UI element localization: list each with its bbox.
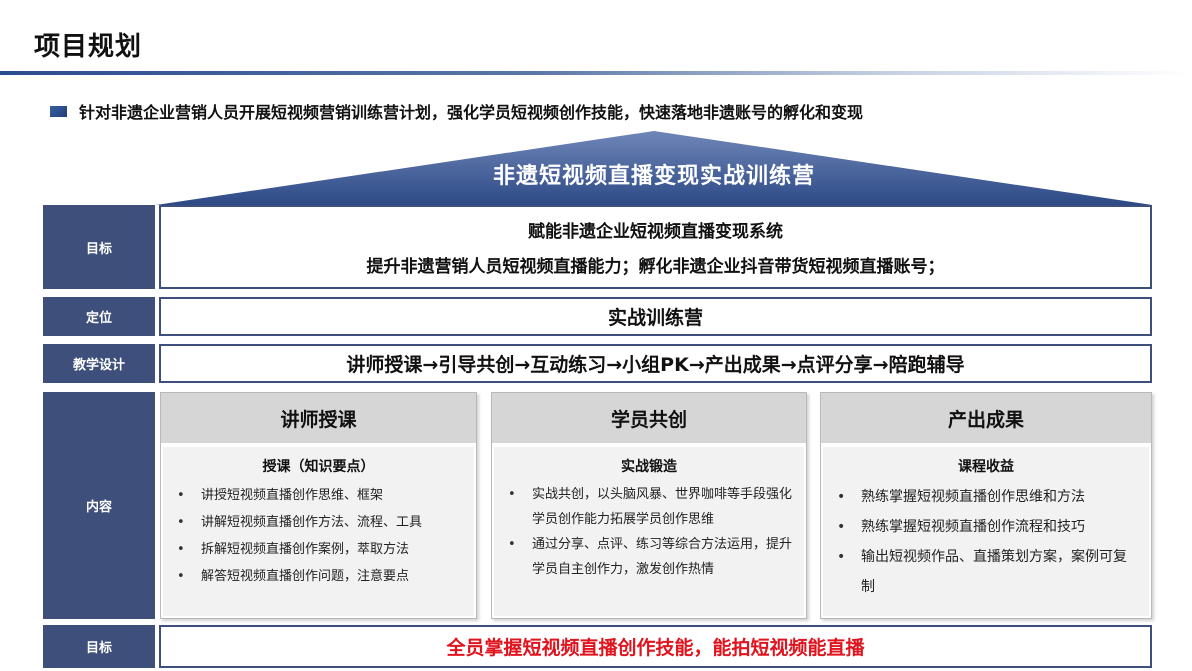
panel-lecture-list: 讲授短视频直播创作思维、框架 讲解短视频直播创作方法、流程、工具 拆解短视频直播… <box>163 482 474 590</box>
list-item: 实战共创，以头脑风暴、世界咖啡等手段强化学员创作能力拓展学员创作思维 <box>494 482 804 532</box>
position-box: 实战训练营 <box>159 297 1152 336</box>
list-item: 通过分享、点评、练习等综合方法运用，提升学员自主创作力，激发创作热情 <box>494 532 804 582</box>
goal-box: 赋能非遗企业短视频直播变现系统 提升非遗营销人员短视频直播能力；孵化非遗企业抖音… <box>159 205 1152 289</box>
list-item: 熟练掌握短视频直播创作思维和方法 <box>823 482 1149 512</box>
intro-text: 针对非遗企业营销人员开展短视频营销训练营计划，强化学员短视频创作技能，快速落地非… <box>79 103 864 122</box>
position-text: 实战训练营 <box>607 307 703 329</box>
panel-results-list: 熟练掌握短视频直播创作思维和方法 熟练掌握短视频直播创作流程和技巧 输出短视频作… <box>823 482 1149 602</box>
panel-results-subtitle: 课程收益 <box>958 459 1014 475</box>
row-label-position: 定位 <box>43 297 155 336</box>
panel-cocreate-subtitle: 实战锻造 <box>621 459 677 475</box>
list-item: 熟练掌握短视频直播创作流程和技巧 <box>823 512 1149 542</box>
list-item: 解答短视频直播创作问题，注意要点 <box>163 563 474 590</box>
panel-lecture-subtitle: 授课（知识要点） <box>262 459 375 475</box>
panel-cocreate: 学员共创 实战锻造 实战共创，以头脑风暴、世界咖啡等手段强化学员创作能力拓展学员… <box>491 392 807 619</box>
panel-cocreate-head: 学员共创 <box>492 393 806 443</box>
panel-cocreate-body: 实战锻造 实战共创，以头脑风暴、世界咖啡等手段强化学员创作能力拓展学员创作思维 … <box>494 447 804 616</box>
panel-lecture-head: 讲师授课 <box>161 393 476 443</box>
goal-line-2: 提升非遗营销人员短视频直播能力；孵化非遗企业抖音带货短视频直播账号； <box>366 257 945 277</box>
list-item: 讲授短视频直播创作思维、框架 <box>163 482 474 509</box>
list-item: 讲解短视频直播创作方法、流程、工具 <box>163 509 474 536</box>
list-item: 输出短视频作品、直播策划方案，案例可复制 <box>823 542 1149 602</box>
panel-results: 产出成果 课程收益 熟练掌握短视频直播创作思维和方法 熟练掌握短视频直播创作流程… <box>820 392 1152 619</box>
panel-lecture: 讲师授课 授课（知识要点） 讲授短视频直播创作思维、框架 讲解短视频直播创作方法… <box>160 392 477 619</box>
panel-results-head: 产出成果 <box>821 393 1151 443</box>
title-divider <box>0 71 1192 75</box>
row-label-design: 教学设计 <box>43 344 155 383</box>
design-box: 讲师授课→引导共创→互动练习→小组PK→产出成果→点评分享→陪跑辅导 <box>159 344 1152 383</box>
final-goal-text: 全员掌握短视频直播创作技能，能拍短视频能直播 <box>446 637 865 659</box>
goal-line-1: 赋能非遗企业短视频直播变现系统 <box>528 222 783 242</box>
row-label-content: 内容 <box>43 392 155 619</box>
page-title: 项目规划 <box>34 32 143 62</box>
final-goal-box: 全员掌握短视频直播创作技能，能拍短视频能直播 <box>159 625 1152 668</box>
panel-results-body: 课程收益 熟练掌握短视频直播创作思维和方法 熟练掌握短视频直播创作流程和技巧 输… <box>823 447 1149 616</box>
row-label-final-goal: 目标 <box>43 625 155 668</box>
design-text: 讲师授课→引导共创→互动练习→小组PK→产出成果→点评分享→陪跑辅导 <box>346 354 965 376</box>
square-bullet-icon <box>50 105 67 117</box>
panel-lecture-body: 授课（知识要点） 讲授短视频直播创作思维、框架 讲解短视频直播创作方法、流程、工… <box>163 447 474 616</box>
row-label-goal: 目标 <box>43 205 155 289</box>
panel-cocreate-list: 实战共创，以头脑风暴、世界咖啡等手段强化学员创作能力拓展学员创作思维 通过分享、… <box>494 482 804 582</box>
roof-title: 非遗短视频直播变现实战训练营 <box>492 164 815 189</box>
list-item: 拆解短视频直播创作案例，萃取方法 <box>163 536 474 563</box>
intro-line: 针对非遗企业营销人员开展短视频营销训练营计划，强化学员短视频创作技能，快速落地非… <box>50 99 863 123</box>
